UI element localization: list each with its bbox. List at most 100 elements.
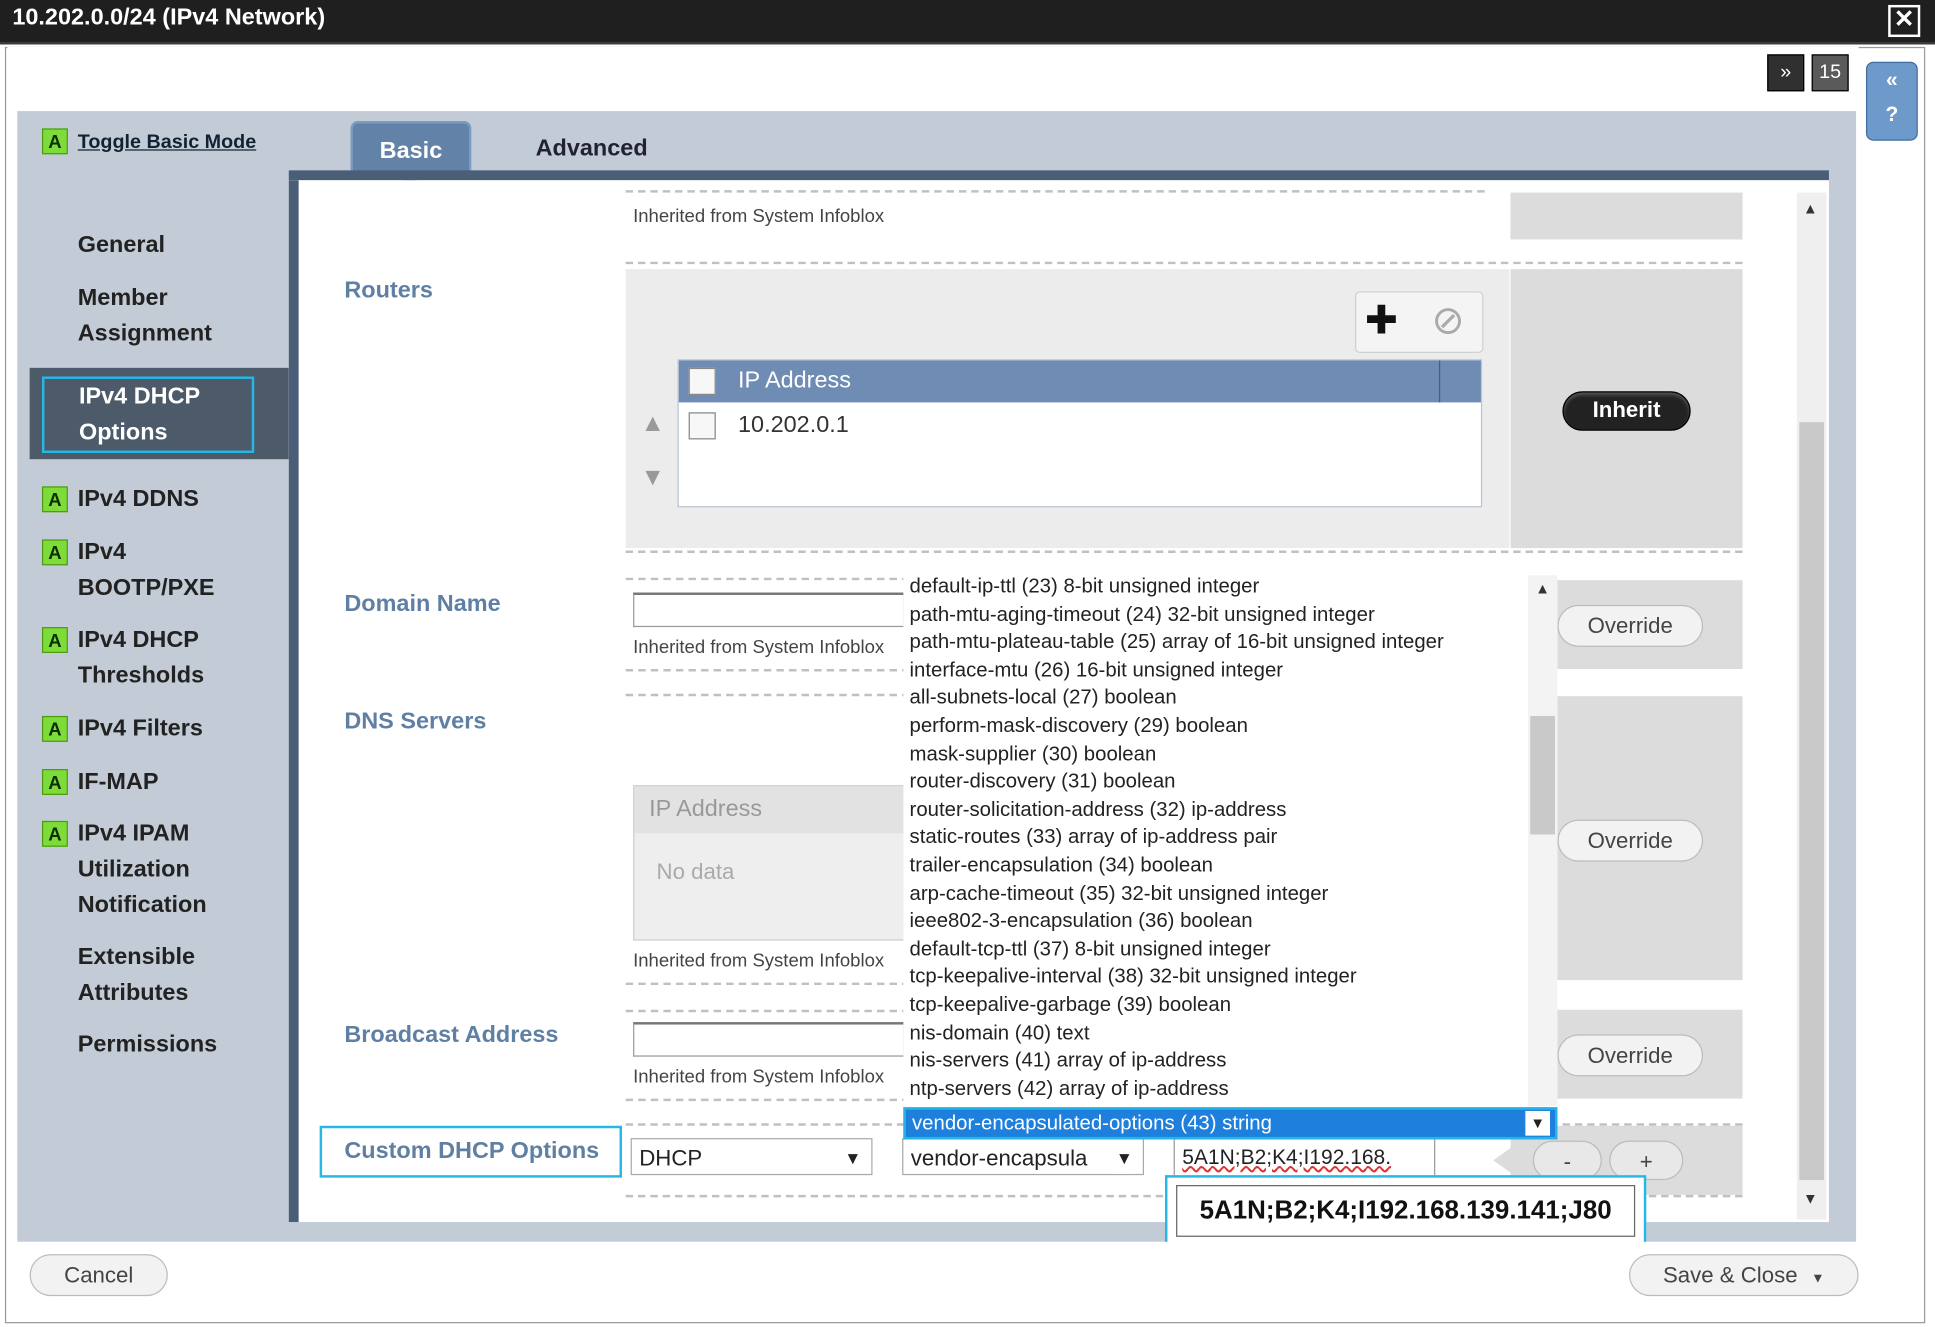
domain-name-input[interactable] xyxy=(633,592,905,628)
divider xyxy=(625,261,1743,265)
divider xyxy=(625,577,910,581)
close-icon[interactable]: ✕ xyxy=(1888,4,1921,38)
advanced-badge-icon: A xyxy=(41,769,68,795)
pointer-icon xyxy=(1493,1147,1511,1173)
help-icon[interactable]: ? xyxy=(1867,98,1916,133)
chevron-down-icon: ▼ xyxy=(1112,1139,1133,1174)
row-checkbox[interactable] xyxy=(688,412,716,440)
option-name-select[interactable]: vendor-encapsula ▼ xyxy=(902,1138,1145,1176)
dropdown-option[interactable]: default-ip-ttl (23) 8-bit unsigned integ… xyxy=(903,573,1527,601)
save-close-label: Save & Close xyxy=(1662,1262,1798,1288)
dropdown-option[interactable]: arp-cache-timeout (35) 32-bit unsigned i… xyxy=(903,880,1527,908)
cancel-button[interactable]: Cancel xyxy=(29,1254,168,1297)
dropdown-option[interactable]: mask-supplier (30) boolean xyxy=(903,740,1527,768)
dropdown-option[interactable]: path-mtu-aging-timeout (24) 32-bit unsig… xyxy=(903,601,1527,629)
double-chevron-left-icon[interactable]: « xyxy=(1867,63,1916,98)
advanced-badge-icon: A xyxy=(41,820,68,847)
scroll-down-icon[interactable]: ▼ xyxy=(1803,1190,1818,1207)
sidebar-item-ipv4-dhcp-thresholds[interactable]: A IPv4 DHCP Thresholds xyxy=(41,622,252,694)
dropdown-option[interactable]: all-subnets-local (27) boolean xyxy=(903,684,1527,712)
window-title: 10.202.0.0/24 (IPv4 Network) xyxy=(12,4,326,31)
add-icon[interactable]: ✚ xyxy=(1365,296,1398,343)
broadcast-override-button[interactable]: Override xyxy=(1557,1034,1704,1077)
inherit-button[interactable]: Inherit xyxy=(1562,391,1691,431)
sidebar-item-label: IPv4 DDNS xyxy=(77,486,199,513)
routers-row-ip[interactable]: 10.202.0.1 xyxy=(738,412,849,439)
dropdown-option[interactable]: perform-mask-discovery (29) boolean xyxy=(903,712,1527,740)
dropdown-option[interactable]: tcp-keepalive-garbage (39) boolean xyxy=(903,991,1527,1019)
sidebar-item-if-map[interactable]: A IF-MAP xyxy=(41,764,159,800)
scroll-up-icon[interactable]: ▲ xyxy=(1535,580,1550,597)
dns-grid-column-ip[interactable]: IP Address xyxy=(634,786,906,834)
dropdown-option[interactable]: tcp-keepalive-interval (38) 32-bit unsig… xyxy=(903,963,1527,991)
sidebar-item-label: IPv4 IPAM Utilization Notification xyxy=(77,820,207,919)
option-space-select[interactable]: DHCP ▼ xyxy=(630,1138,873,1176)
save-close-button[interactable]: Save & Close ▼ xyxy=(1629,1254,1859,1297)
tab-basic[interactable]: Basic xyxy=(350,120,472,176)
dropdown-option[interactable]: path-mtu-plateau-table (25) array of 16-… xyxy=(903,629,1527,657)
dropdown-selected-option[interactable]: vendor-encapsulated-options (43) string … xyxy=(903,1107,1558,1140)
tab-strip xyxy=(288,170,1829,181)
option-space-value: DHCP xyxy=(639,1145,703,1171)
option-value-text: 5A1N;B2;K4;I192.168. xyxy=(1182,1145,1392,1169)
advanced-badge-icon: A xyxy=(41,715,68,742)
dropdown-scrollbar[interactable] xyxy=(1527,575,1558,1107)
column-divider xyxy=(1438,360,1441,403)
advanced-badge-icon: A xyxy=(41,627,68,653)
content-scrollbar-thumb[interactable] xyxy=(1799,422,1824,1181)
sidebar-item-extensible-attributes[interactable]: Extensible Attributes xyxy=(78,939,226,1011)
advanced-badge-icon: A xyxy=(41,128,68,155)
divider xyxy=(625,982,910,986)
sidebar-item-label: IPv4 DHCP Thresholds xyxy=(77,627,205,689)
sidebar-item-ipv4-filters[interactable]: A IPv4 Filters xyxy=(41,711,203,747)
chevron-down-icon: ▼ xyxy=(1811,1271,1825,1287)
dropdown-selected-label: vendor-encapsulated-options (43) string xyxy=(911,1112,1272,1135)
scroll-up-icon[interactable]: ▲ xyxy=(1803,200,1818,217)
side-panel-tabs: « ? xyxy=(1865,61,1918,141)
divider xyxy=(625,669,910,672)
dropdown-option[interactable]: nis-domain (40) text xyxy=(903,1019,1527,1047)
dropdown-option[interactable]: default-tcp-ttl (37) 8-bit unsigned inte… xyxy=(903,935,1527,963)
sidebar-item-general[interactable]: General xyxy=(78,227,165,263)
dropdown-option[interactable]: interface-mtu (26) 16-bit unsigned integ… xyxy=(903,656,1527,684)
chevron-down-icon[interactable]: ▼ xyxy=(1525,1110,1551,1136)
toggle-basic-mode-link[interactable]: Toggle Basic Mode xyxy=(78,132,256,153)
inherited-note: Inherited from System Infoblox xyxy=(633,206,885,228)
dialog-root: 10.202.0.0/24 (IPv4 Network) ✕ » 15 « ? … xyxy=(0,0,1935,1327)
sidebar-item-ipv4-bootp-pxe[interactable]: A IPv4 BOOTP/PXE xyxy=(41,534,252,606)
sidebar-item-label: IPv4 BOOTP/PXE xyxy=(77,539,215,602)
sidebar-item-ipv4-ddns[interactable]: A IPv4 DDNS xyxy=(41,481,199,517)
move-up-icon[interactable]: ▲ xyxy=(640,410,664,438)
dropdown-option[interactable]: router-solicitation-address (32) ip-addr… xyxy=(903,796,1527,824)
select-all-checkbox[interactable] xyxy=(688,367,716,396)
delete-icon[interactable]: ⊘ xyxy=(1432,296,1465,343)
sidebar-item-permissions[interactable]: Permissions xyxy=(78,1027,217,1063)
calendar-icon[interactable]: 15 xyxy=(1811,54,1849,92)
inherited-note: Inherited from System Infoblox xyxy=(633,1066,885,1088)
sidebar-item-ipv4-dhcp-options[interactable]: IPv4 DHCP Options xyxy=(41,376,255,454)
toolbar xyxy=(7,46,1859,112)
routers-column-ip[interactable]: IP Address xyxy=(738,360,851,402)
dropdown-option[interactable]: nis-servers (41) array of ip-address xyxy=(903,1047,1527,1075)
sidebar-item-ipv4-ipam-utilization[interactable]: A IPv4 IPAM Utilization Notification xyxy=(41,816,264,923)
dropdown-option[interactable]: router-discovery (31) boolean xyxy=(903,768,1527,796)
tab-advanced[interactable]: Advanced xyxy=(536,136,648,163)
domain-override-button[interactable]: Override xyxy=(1557,604,1704,647)
dropdown-scrollbar-thumb[interactable] xyxy=(1530,715,1555,835)
dns-override-button[interactable]: Override xyxy=(1557,819,1704,862)
move-down-icon[interactable]: ▼ xyxy=(640,464,664,492)
dropdown-option[interactable]: static-routes (33) array of ip-address p… xyxy=(903,824,1527,852)
dropdown-option[interactable]: ntp-servers (42) array of ip-address xyxy=(903,1075,1527,1103)
option-dropdown-list: default-ip-ttl (23) 8-bit unsigned integ… xyxy=(903,572,1558,1109)
sidebar-item-member-assignment[interactable]: Member Assignment xyxy=(78,280,263,352)
sidebar-item-label: IPv4 Filters xyxy=(77,715,203,742)
dropdown-option[interactable]: ieee802-3-encapsulation (36) boolean xyxy=(903,907,1527,935)
divider xyxy=(625,550,1743,554)
dns-grid-empty: No data xyxy=(656,859,735,884)
option-value-input[interactable]: 5A1N;B2;K4;I192.168. xyxy=(1173,1138,1436,1178)
collapse-all-icon[interactable]: » xyxy=(1767,54,1805,92)
chevron-down-icon: ▼ xyxy=(844,1147,862,1168)
dropdown-option[interactable]: trailer-encapsulation (34) boolean xyxy=(903,852,1527,880)
toggle-basic-mode[interactable]: A Toggle Basic Mode xyxy=(41,128,256,155)
broadcast-address-input[interactable] xyxy=(633,1022,905,1057)
